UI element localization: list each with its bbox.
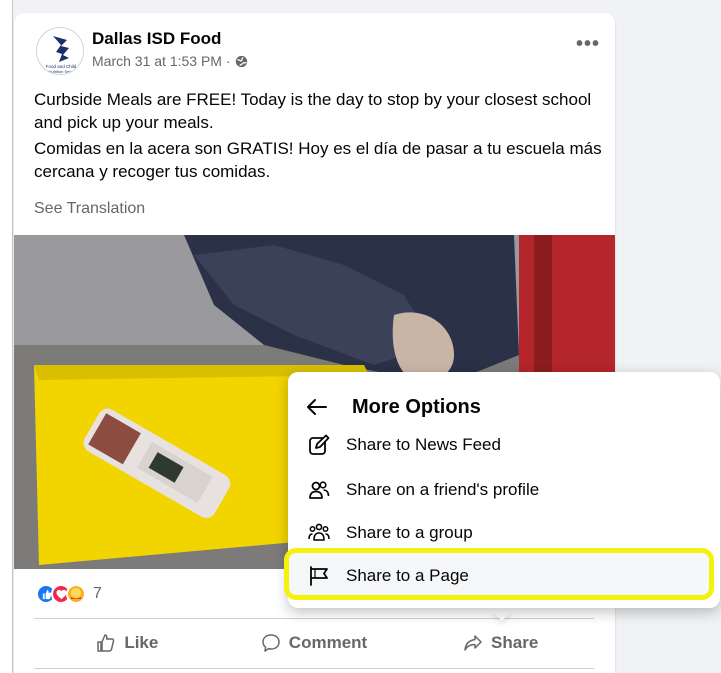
menu-item-share-on-friends-profile[interactable]: Share on a friend's profile (308, 477, 539, 503)
reaction-count: 7 (93, 585, 102, 602)
avatar[interactable]: Food and Child Nutrition Serv. (36, 27, 84, 75)
menu-item-label: Share to a group (346, 523, 473, 542)
window-left-edge (0, 0, 13, 673)
like-button[interactable]: Like (34, 621, 221, 665)
post-actions-bar: Like Comment Share (34, 621, 594, 665)
post-header: Food and Child Nutrition Serv. Dallas IS… (36, 27, 606, 75)
comment-label: Comment (288, 633, 368, 652)
actions-divider-bottom (34, 668, 594, 669)
comment-icon (262, 634, 280, 652)
more-options-icon[interactable]: ••• (576, 34, 600, 54)
care-reaction-icon (66, 584, 86, 604)
menu-item-share-to-page[interactable]: Share to a Page (308, 563, 469, 589)
back-arrow-icon[interactable] (306, 397, 328, 417)
post-timestamp[interactable]: March 31 at 1:53 PM · (92, 53, 231, 69)
compose-icon (308, 434, 330, 456)
globe-icon (235, 55, 247, 67)
share-arrow-icon (464, 635, 482, 651)
comment-button[interactable]: Comment (221, 621, 408, 665)
like-label: Like (124, 633, 159, 652)
dallas-isd-logo-icon: Food and Child Nutrition Serv. (38, 29, 83, 74)
thumbs-up-icon (97, 634, 115, 652)
menu-item-share-to-group[interactable]: Share to a group (308, 520, 473, 546)
menu-item-label: Share to a Page (346, 566, 469, 585)
menu-item-label: Share on a friend's profile (346, 480, 540, 499)
group-icon (308, 522, 330, 544)
menu-title: More Options (352, 395, 481, 418)
flag-icon (308, 565, 330, 587)
share-label: Share (491, 633, 539, 652)
post-text-english: Curbside Meals are FREE! Today is the da… (34, 90, 592, 132)
svg-text:Nutrition Serv.: Nutrition Serv. (48, 69, 73, 74)
menu-header: More Options (306, 394, 481, 420)
post-author[interactable]: Dallas ISD Food (92, 29, 221, 49)
see-translation-link[interactable]: See Translation (34, 200, 145, 218)
share-button[interactable]: Share (407, 621, 594, 665)
post-text-spanish: Comidas en la acera son GRATIS! Hoy es e… (34, 139, 602, 181)
reactions-summary[interactable]: 7 (36, 583, 102, 605)
menu-item-label: Share to News Feed (346, 435, 501, 454)
menu-item-share-to-news-feed[interactable]: Share to News Feed (308, 432, 501, 458)
actions-divider-top (34, 618, 594, 619)
post-meta: March 31 at 1:53 PM · (92, 53, 248, 69)
friends-icon (308, 479, 330, 501)
